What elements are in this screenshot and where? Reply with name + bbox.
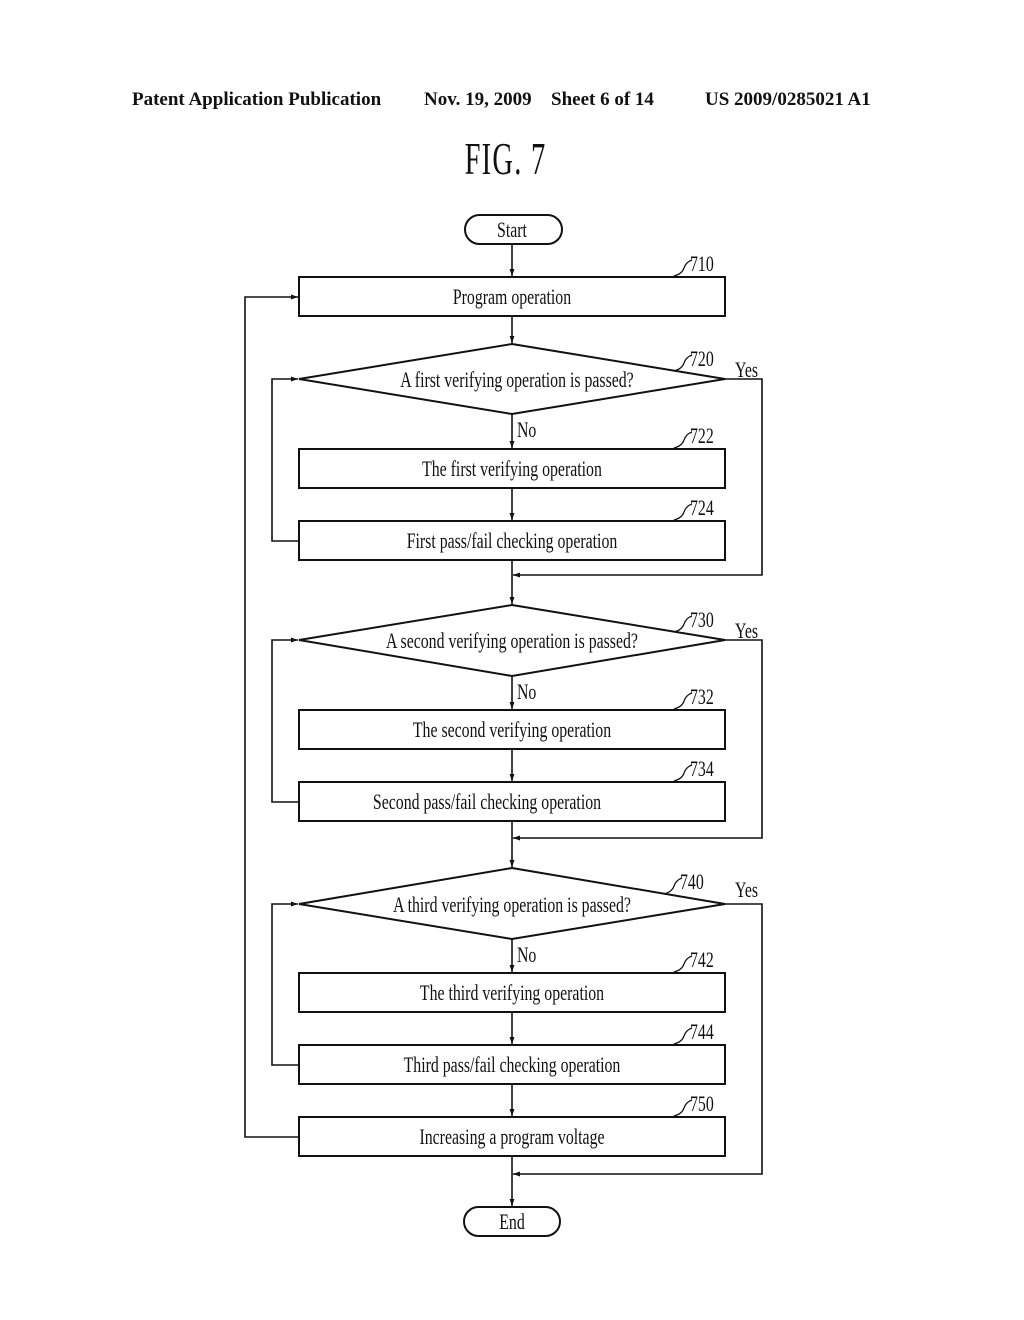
step-734-label: Second pass/fail checking operation (373, 791, 601, 815)
flowchart: Start End Program operation The first ve… (244, 214, 763, 1237)
step-734-second-pass-fail: Second pass/fail checking operation (298, 781, 726, 822)
decision-740-third-verify-passed: A third verifying operation is passed? (298, 866, 726, 941)
decision-730-label: A second verifying operation is passed? (386, 630, 638, 654)
step-724-first-pass-fail: First pass/fail checking operation (298, 520, 726, 561)
no-label-740: No (517, 944, 536, 968)
ref-732: 732 (690, 686, 714, 710)
step-732-label: The second verifying operation (413, 719, 612, 743)
ref-740: 740 (680, 871, 704, 895)
edge-724-loop-to-720 (271, 376, 299, 542)
step-732-second-verifying: The second verifying operation (298, 709, 726, 750)
edge-734-loop-to-730 (271, 637, 299, 803)
ref-710: 710 (690, 253, 714, 277)
step-724-label: First pass/fail checking operation (407, 530, 618, 554)
edge-744-loop-to-740 (271, 901, 299, 1066)
no-label-730: No (517, 681, 536, 705)
step-750-label: Increasing a program voltage (419, 1126, 604, 1150)
step-744-label: Third pass/fail checking operation (404, 1054, 621, 1078)
step-750-increase-voltage: Increasing a program voltage (298, 1116, 726, 1157)
decision-730-second-verify-passed: A second verifying operation is passed? (298, 603, 726, 678)
ref-750: 750 (690, 1093, 714, 1117)
step-710-label: Program operation (453, 286, 572, 310)
ref-724: 724 (690, 497, 714, 521)
start-label: Start (497, 219, 527, 243)
decision-720-label: A first verifying operation is passed? (400, 369, 633, 393)
decision-740-label: A third verifying operation is passed? (393, 894, 631, 918)
ref-744: 744 (690, 1021, 714, 1045)
ref-734: 734 (690, 758, 714, 782)
step-722-first-verifying: The first verifying operation (298, 448, 726, 489)
step-742-label: The third verifying operation (420, 982, 605, 1006)
end-terminal: End (463, 1206, 561, 1237)
yes-label-740: Yes (735, 879, 758, 903)
ref-722: 722 (690, 425, 714, 449)
start-terminal: Start (464, 214, 563, 245)
decision-720-first-verify-passed: A first verifying operation is passed? (298, 342, 726, 416)
step-722-label: The first verifying operation (422, 458, 602, 482)
ref-720: 720 (690, 348, 714, 372)
ref-730: 730 (690, 609, 714, 633)
yes-label-730: Yes (735, 620, 758, 644)
step-744-third-pass-fail: Third pass/fail checking operation (298, 1044, 726, 1085)
ref-742: 742 (690, 949, 714, 973)
yes-label-720: Yes (735, 359, 758, 383)
loop-connectors (244, 294, 299, 1138)
end-label: End (499, 1211, 525, 1235)
no-label-720: No (517, 419, 536, 443)
step-710-program-operation: Program operation (298, 276, 726, 317)
step-742-third-verifying: The third verifying operation (298, 972, 726, 1013)
